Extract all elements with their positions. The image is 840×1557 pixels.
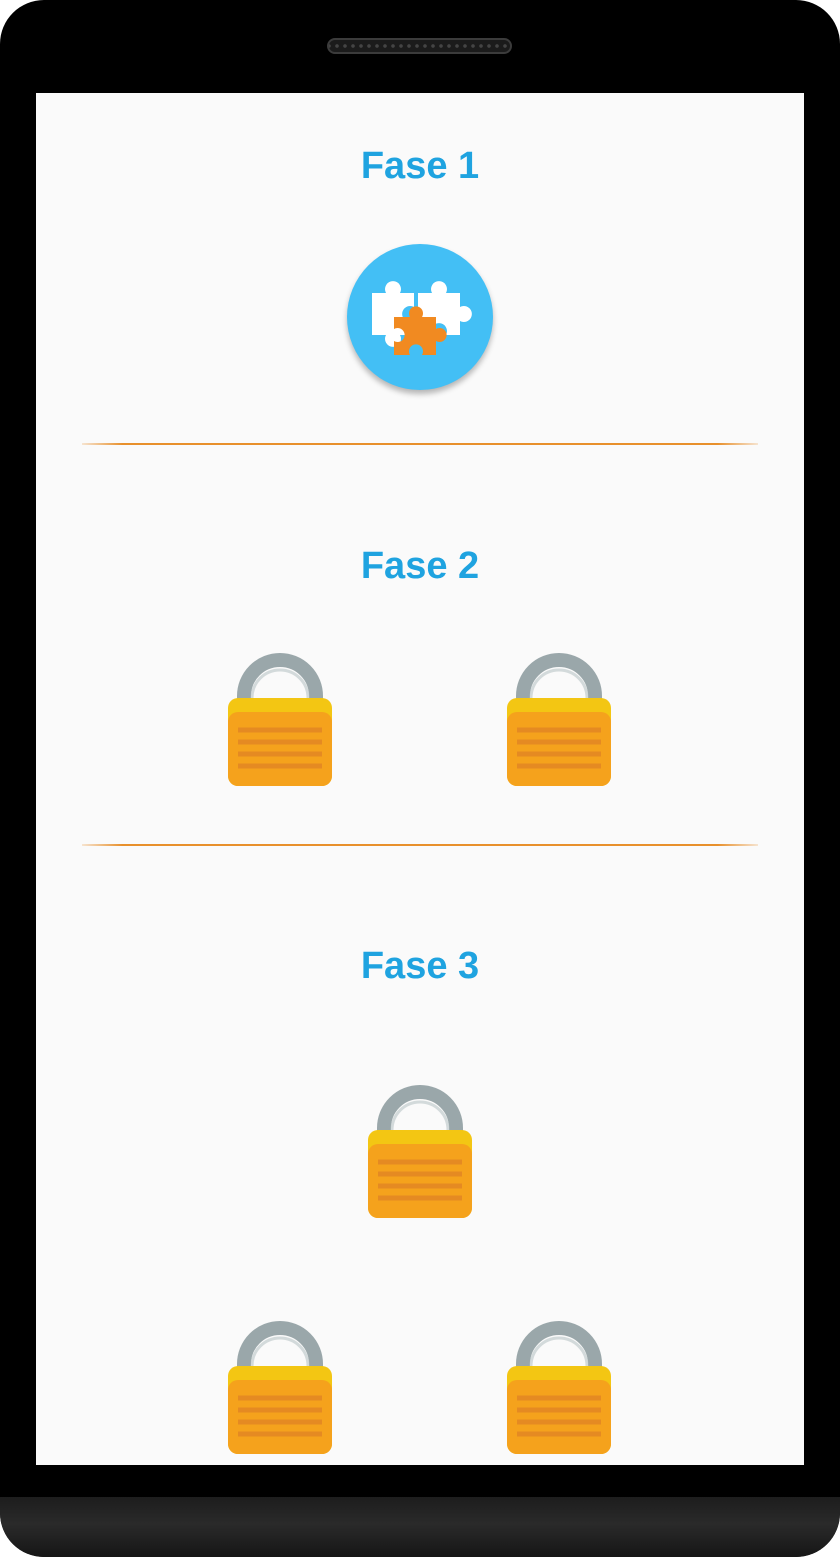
phase-divider bbox=[82, 844, 758, 846]
lock-icon bbox=[228, 1321, 332, 1454]
phone-chin bbox=[0, 1497, 840, 1557]
level-3-2-locked[interactable] bbox=[226, 1316, 334, 1456]
level-3-3-locked[interactable] bbox=[505, 1316, 613, 1456]
phone-frame: Fase 1 Fase 2 Fase 3 bbox=[0, 0, 840, 1557]
level-3-1-locked[interactable] bbox=[366, 1080, 474, 1220]
speaker-grille bbox=[327, 38, 512, 54]
lock-icon bbox=[228, 653, 332, 786]
phase-divider bbox=[82, 443, 758, 445]
level-1-button[interactable] bbox=[347, 244, 493, 390]
level-2-2-locked[interactable] bbox=[505, 648, 613, 788]
lock-icon bbox=[368, 1085, 472, 1218]
level-2-1-locked[interactable] bbox=[226, 648, 334, 788]
phase-3-title: Fase 3 bbox=[360, 945, 480, 987]
lock-icon bbox=[507, 1321, 611, 1454]
app-screen: Fase 1 Fase 2 Fase 3 bbox=[36, 93, 804, 1465]
lock-icon bbox=[507, 653, 611, 786]
phase-1-title: Fase 1 bbox=[360, 145, 480, 187]
puzzle-icon bbox=[372, 281, 472, 355]
phase-2-title: Fase 2 bbox=[360, 545, 480, 587]
